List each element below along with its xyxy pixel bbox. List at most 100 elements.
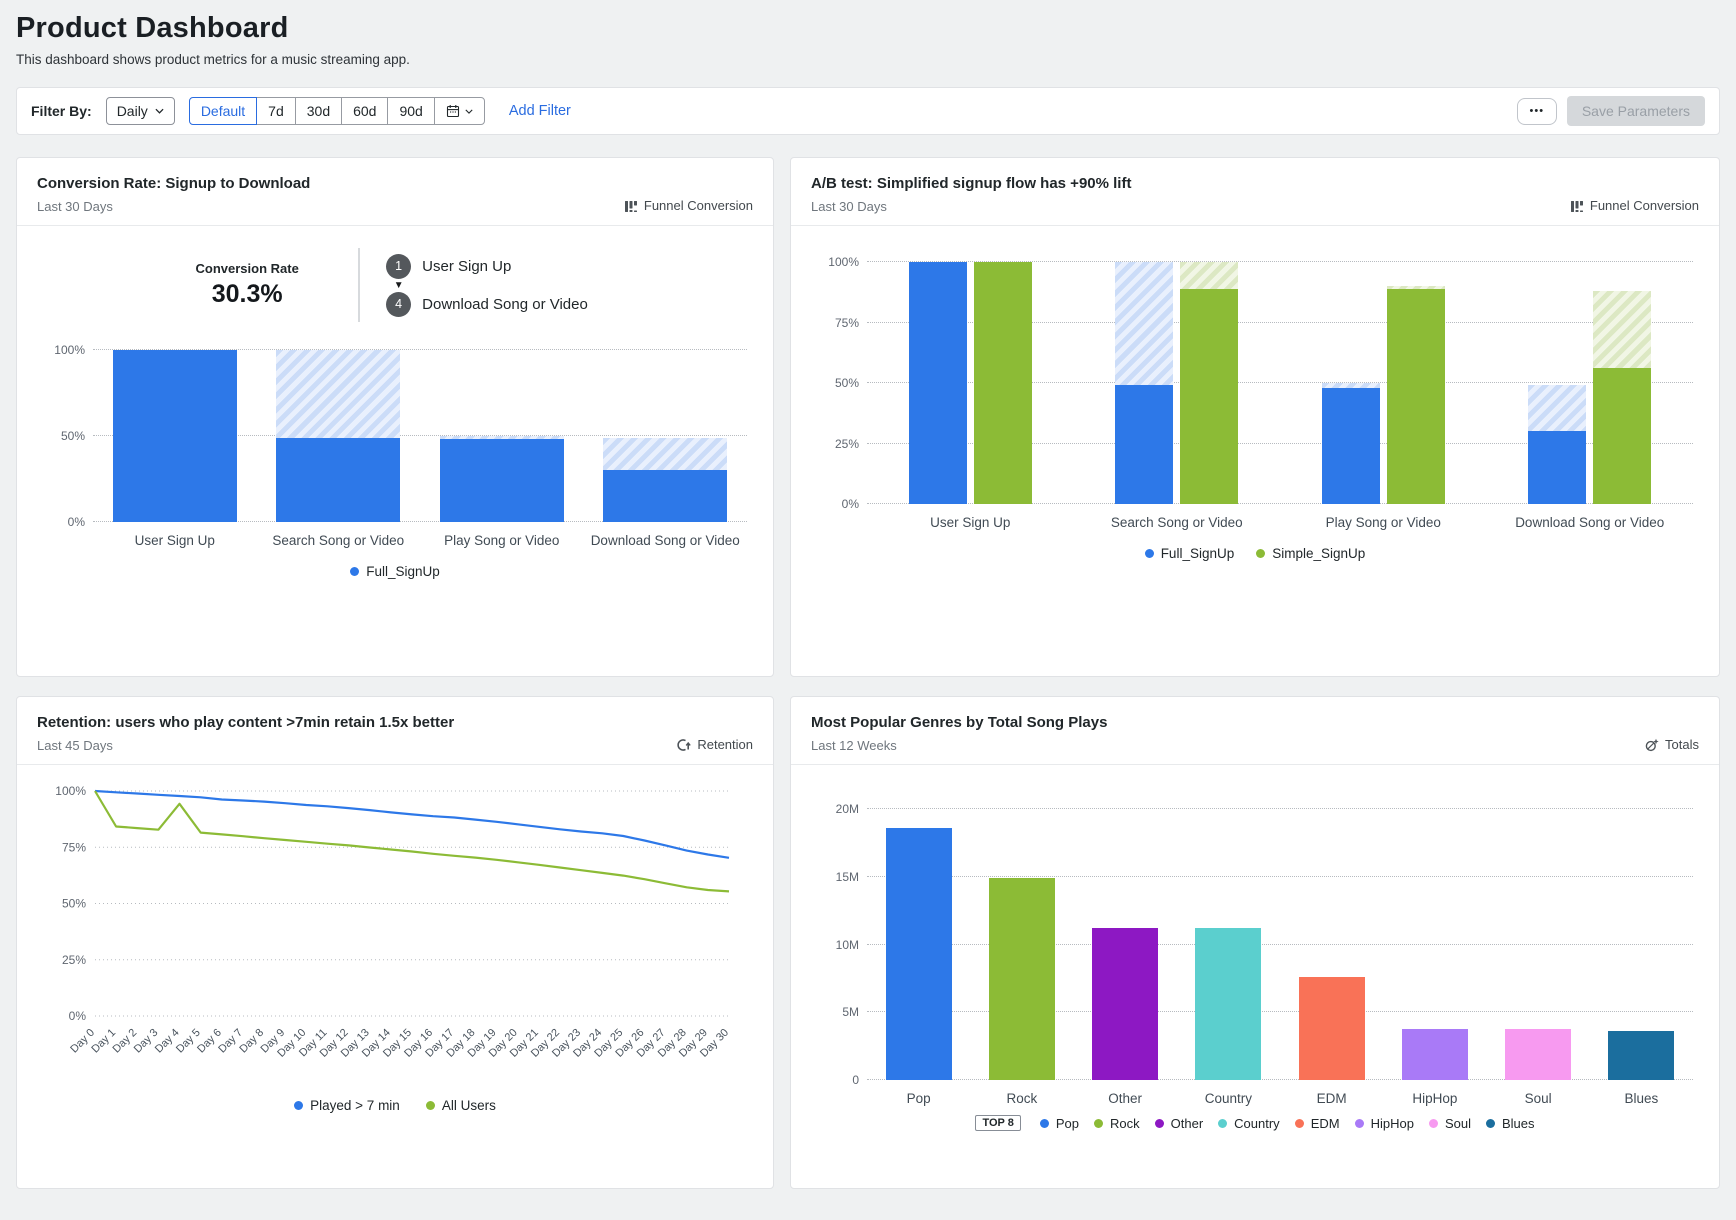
plot-area: 100%75%50%25%0% <box>867 262 1693 504</box>
step-number-badge: 4 <box>386 292 411 317</box>
panel-date-range: Last 30 Days <box>811 199 1699 214</box>
bar-dropoff-hatch[interactable] <box>1115 262 1173 385</box>
bar-dropoff-hatch[interactable] <box>1322 383 1380 388</box>
bar-dropoff-hatch[interactable] <box>1528 385 1586 431</box>
y-tick-label: 0% <box>809 497 859 511</box>
y-tick-label: 25% <box>809 437 859 451</box>
x-axis-label: Search Song or Video <box>257 533 421 548</box>
bar[interactable] <box>989 878 1055 1080</box>
bar[interactable] <box>1115 385 1173 504</box>
x-axis: PopRockOtherCountryEDMHipHopSoulBlues <box>867 1091 1693 1106</box>
chart-legend: Played > 7 min All Users <box>37 1098 753 1113</box>
bar-dropoff-hatch[interactable] <box>1593 291 1651 368</box>
bar[interactable] <box>603 470 727 522</box>
bar[interactable] <box>886 828 952 1080</box>
bar[interactable] <box>113 350 237 522</box>
bar-dropoff-hatch[interactable] <box>1387 286 1445 288</box>
save-parameters-button[interactable]: Save Parameters <box>1567 96 1705 126</box>
funnel-steps: 1 User Sign Up ▼ 4 Download Song or Vide… <box>386 254 588 317</box>
panel-header: A/B test: Simplified signup flow has +90… <box>791 158 1719 225</box>
legend-dot <box>1145 549 1154 558</box>
funnel-bar-chart: 100%50%0% User Sign UpSearch Song or Vid… <box>37 350 753 579</box>
chart-type-label[interactable]: Funnel Conversion <box>624 198 753 213</box>
y-tick-label: 100% <box>35 343 85 357</box>
bar[interactable] <box>974 262 1032 504</box>
legend-label: HipHop <box>1371 1116 1414 1131</box>
x-axis-label: Download Song or Video <box>1487 515 1694 530</box>
x-axis-label: Play Song or Video <box>420 533 584 548</box>
legend-item[interactable]: Pop <box>1040 1116 1079 1131</box>
legend-item[interactable]: Full_SignUp <box>350 564 440 579</box>
legend-item[interactable]: Country <box>1218 1116 1280 1131</box>
chart-type-label[interactable]: Funnel Conversion <box>1570 198 1699 213</box>
legend-dot <box>1256 549 1265 558</box>
divider <box>17 764 773 765</box>
preset-30d[interactable]: 30d <box>295 97 342 125</box>
interval-dropdown-value: Daily <box>117 103 148 119</box>
bar[interactable] <box>1593 368 1651 504</box>
legend-top-badge: TOP 8 <box>975 1115 1020 1131</box>
legend-item[interactable]: EDM <box>1295 1116 1340 1131</box>
bar[interactable] <box>1402 1029 1468 1080</box>
chart-type-label[interactable]: Retention <box>676 737 753 752</box>
add-filter-link[interactable]: Add Filter <box>509 103 571 119</box>
preset-group: Default7d30d60d90d <box>189 97 485 125</box>
bar[interactable] <box>1322 388 1380 504</box>
bar[interactable] <box>440 439 564 522</box>
preset-7d[interactable]: 7d <box>256 97 296 125</box>
legend-item[interactable]: Other <box>1155 1116 1204 1131</box>
category-column <box>584 350 748 522</box>
x-axis-label: HipHop <box>1383 1091 1486 1106</box>
legend-label: Pop <box>1056 1116 1079 1131</box>
y-tick-label: 100% <box>55 784 86 798</box>
conversion-kpi: Conversion Rate 30.3% <box>162 261 332 309</box>
bar-dropoff-hatch[interactable] <box>276 350 400 438</box>
legend-item[interactable]: Rock <box>1094 1116 1140 1131</box>
bar[interactable] <box>1505 1029 1571 1080</box>
y-tick-label: 0% <box>35 515 85 529</box>
bar[interactable] <box>1195 928 1261 1080</box>
chevron-down-icon <box>155 108 164 114</box>
y-tick-label: 50% <box>35 429 85 443</box>
y-tick-label: 0 <box>809 1073 859 1087</box>
bar-group <box>1593 262 1651 504</box>
line-series[interactable] <box>95 791 729 891</box>
bar-group <box>1299 809 1365 1080</box>
bar[interactable] <box>1528 431 1586 504</box>
legend-item[interactable]: Played > 7 min <box>294 1098 400 1113</box>
bar-dropoff-hatch[interactable] <box>603 438 727 471</box>
bar-dropoff-hatch[interactable] <box>440 436 564 439</box>
line-series[interactable] <box>95 791 729 858</box>
legend-item[interactable]: Full_SignUp <box>1145 546 1235 561</box>
y-tick-label: 75% <box>809 316 859 330</box>
bar-group <box>1608 809 1674 1080</box>
plot-area: 100%75%50%25%0%Day 0Day 1Day 2Day 3Day 4… <box>37 777 753 1096</box>
category-column <box>1280 809 1383 1080</box>
bar[interactable] <box>1387 289 1445 504</box>
legend-label: Full_SignUp <box>366 564 440 579</box>
bar-group <box>989 809 1055 1080</box>
y-tick-label: 50% <box>809 376 859 390</box>
calendar-button[interactable] <box>434 97 485 125</box>
legend-item[interactable]: HipHop <box>1355 1116 1414 1131</box>
more-options-button[interactable]: ••• <box>1517 98 1557 125</box>
bar[interactable] <box>1299 977 1365 1080</box>
bar[interactable] <box>276 438 400 522</box>
preset-60d[interactable]: 60d <box>341 97 388 125</box>
legend-item[interactable]: Soul <box>1429 1116 1471 1131</box>
legend-item[interactable]: All Users <box>426 1098 496 1113</box>
bar[interactable] <box>1608 1031 1674 1080</box>
x-axis-label: Play Song or Video <box>1280 515 1487 530</box>
legend-item[interactable]: Simple_SignUp <box>1256 546 1365 561</box>
preset-default[interactable]: Default <box>189 97 257 125</box>
bar[interactable] <box>1092 928 1158 1080</box>
bar-dropoff-hatch[interactable] <box>1180 262 1238 289</box>
bar[interactable] <box>1180 289 1238 504</box>
legend-item[interactable]: Blues <box>1486 1116 1535 1131</box>
interval-dropdown[interactable]: Daily <box>106 97 175 125</box>
y-tick-label: 10M <box>809 938 859 952</box>
legend-label: Rock <box>1110 1116 1140 1131</box>
chart-type-label[interactable]: Totals <box>1645 737 1699 752</box>
preset-90d[interactable]: 90d <box>387 97 434 125</box>
bar[interactable] <box>909 262 967 504</box>
